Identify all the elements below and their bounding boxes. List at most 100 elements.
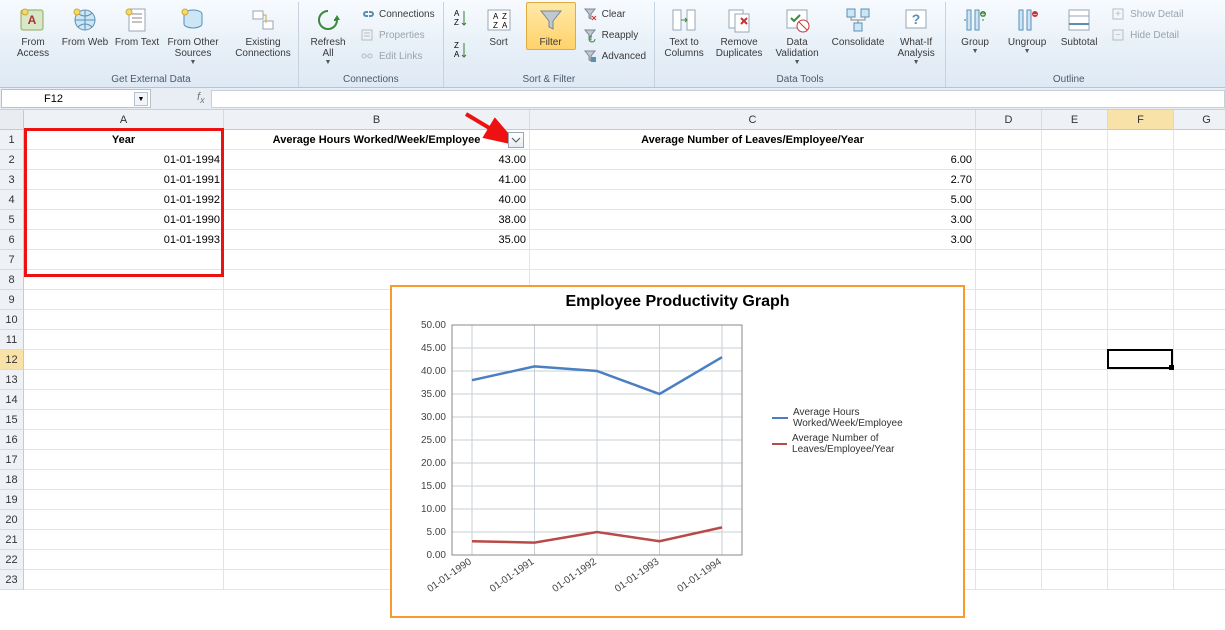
- cell[interactable]: [976, 410, 1042, 430]
- column-header[interactable]: G: [1174, 110, 1225, 130]
- cell[interactable]: [1174, 270, 1225, 290]
- cell[interactable]: [1042, 550, 1108, 570]
- cell[interactable]: [1108, 450, 1174, 470]
- cell[interactable]: 40.00: [224, 190, 530, 210]
- row-header[interactable]: 10: [0, 310, 24, 330]
- cell[interactable]: 41.00: [224, 170, 530, 190]
- cell[interactable]: [1042, 170, 1108, 190]
- cell[interactable]: [976, 530, 1042, 550]
- cell[interactable]: [1174, 310, 1225, 330]
- cell[interactable]: [976, 550, 1042, 570]
- edit-links-button[interactable]: Edit Links: [355, 46, 439, 66]
- cell[interactable]: 6.00: [530, 150, 976, 170]
- cell[interactable]: [24, 290, 224, 310]
- clear-filter-button[interactable]: Clear: [578, 4, 650, 24]
- cell[interactable]: [976, 510, 1042, 530]
- fx-icon[interactable]: fx: [197, 91, 205, 105]
- row-header[interactable]: 4: [0, 190, 24, 210]
- subtotal-button[interactable]: Subtotal: [1054, 2, 1104, 50]
- cell[interactable]: [1174, 210, 1225, 230]
- cell[interactable]: 35.00: [224, 230, 530, 250]
- cell[interactable]: [976, 390, 1042, 410]
- cell[interactable]: 5.00: [530, 190, 976, 210]
- sort-asc-button[interactable]: AZ: [448, 5, 472, 35]
- cell[interactable]: [1108, 290, 1174, 310]
- formula-input[interactable]: [211, 90, 1225, 108]
- text-to-columns-button[interactable]: Text to Columns: [659, 2, 709, 61]
- cell[interactable]: Year: [24, 130, 224, 150]
- cell[interactable]: [24, 310, 224, 330]
- row-header[interactable]: 1: [0, 130, 24, 150]
- row-header[interactable]: 13: [0, 370, 24, 390]
- ungroup-button[interactable]: −Ungroup▼: [1002, 2, 1052, 57]
- cell[interactable]: [24, 490, 224, 510]
- cell[interactable]: [976, 250, 1042, 270]
- cell[interactable]: [1174, 390, 1225, 410]
- cell[interactable]: [1042, 530, 1108, 550]
- cell[interactable]: [1108, 370, 1174, 390]
- cell[interactable]: 38.00: [224, 210, 530, 230]
- cell[interactable]: [1042, 190, 1108, 210]
- cell[interactable]: [1108, 510, 1174, 530]
- sort-button[interactable]: AZZASort: [474, 2, 524, 50]
- cell[interactable]: [1108, 350, 1174, 370]
- cell[interactable]: [24, 350, 224, 370]
- cell[interactable]: [1174, 170, 1225, 190]
- cell[interactable]: [1174, 450, 1225, 470]
- cell[interactable]: [976, 430, 1042, 450]
- data-validation-button[interactable]: Data Validation▼: [769, 2, 825, 68]
- row-header[interactable]: 12: [0, 350, 24, 370]
- cell[interactable]: [1042, 250, 1108, 270]
- cell[interactable]: [1042, 390, 1108, 410]
- cell[interactable]: [1174, 570, 1225, 590]
- cell[interactable]: [1042, 510, 1108, 530]
- cell[interactable]: [224, 250, 530, 270]
- cell[interactable]: [1108, 430, 1174, 450]
- cell[interactable]: Average Hours Worked/Week/Employee: [224, 130, 530, 150]
- cell[interactable]: [976, 290, 1042, 310]
- cell[interactable]: [24, 470, 224, 490]
- cell[interactable]: [24, 370, 224, 390]
- cell[interactable]: [24, 270, 224, 290]
- properties-button[interactable]: Properties: [355, 25, 439, 45]
- cell[interactable]: [1042, 130, 1108, 150]
- cell[interactable]: [1042, 370, 1108, 390]
- existing-connections-button[interactable]: Existing Connections: [232, 2, 294, 61]
- cell[interactable]: [24, 250, 224, 270]
- row-header[interactable]: 21: [0, 530, 24, 550]
- cell[interactable]: [976, 270, 1042, 290]
- cell[interactable]: 2.70: [530, 170, 976, 190]
- filter-button[interactable]: Filter: [526, 2, 576, 50]
- cell[interactable]: [1108, 570, 1174, 590]
- cell[interactable]: [1174, 290, 1225, 310]
- cell[interactable]: [976, 170, 1042, 190]
- cell[interactable]: [1108, 190, 1174, 210]
- row-header[interactable]: 2: [0, 150, 24, 170]
- cell[interactable]: [1042, 230, 1108, 250]
- column-header[interactable]: B: [224, 110, 530, 130]
- cell[interactable]: [24, 530, 224, 550]
- cell[interactable]: [1174, 550, 1225, 570]
- from-other-sources-button[interactable]: From Other Sources▼: [164, 2, 222, 68]
- reapply-filter-button[interactable]: Reapply: [578, 25, 650, 45]
- cell[interactable]: [1042, 310, 1108, 330]
- cell[interactable]: [1174, 490, 1225, 510]
- cell[interactable]: [1174, 430, 1225, 450]
- refresh-all-button[interactable]: Refresh All▼: [303, 2, 353, 68]
- cell[interactable]: [530, 250, 976, 270]
- remove-duplicates-button[interactable]: Remove Duplicates: [711, 2, 767, 61]
- cell[interactable]: [976, 370, 1042, 390]
- cell[interactable]: [1042, 290, 1108, 310]
- cell[interactable]: [1174, 130, 1225, 150]
- cell[interactable]: [1174, 370, 1225, 390]
- cell[interactable]: [1042, 210, 1108, 230]
- cell[interactable]: [24, 430, 224, 450]
- cell[interactable]: [976, 450, 1042, 470]
- from-access-button[interactable]: AFrom Access: [8, 2, 58, 61]
- cell[interactable]: [1108, 490, 1174, 510]
- row-header[interactable]: 5: [0, 210, 24, 230]
- column-header[interactable]: E: [1042, 110, 1108, 130]
- cell[interactable]: [1042, 430, 1108, 450]
- column-header[interactable]: F: [1108, 110, 1174, 130]
- chart-container[interactable]: Employee Productivity Graph 0.005.0010.0…: [390, 285, 965, 618]
